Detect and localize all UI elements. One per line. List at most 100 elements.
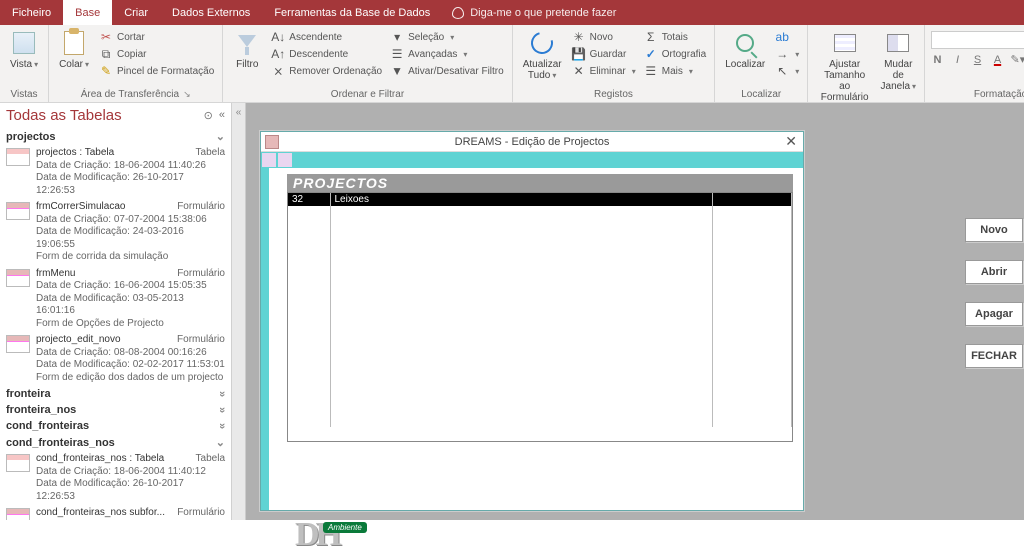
italic-button[interactable]: I: [951, 54, 965, 66]
group-label: Formatação de Texto: [974, 89, 1024, 100]
form-icon: [6, 202, 30, 220]
navitem-cfn-tabela[interactable]: cond_fronteiras_nos : TabelaTabela Data …: [0, 451, 231, 505]
form-section-header: PROJECTOS: [287, 174, 793, 192]
navitem-projecto-edit-novo[interactable]: projecto_edit_novoFormulário Data de Cri…: [0, 332, 231, 386]
new-record-icon: ✳: [572, 30, 586, 44]
abrir-button[interactable]: Abrir: [965, 260, 1023, 284]
fechar-button[interactable]: FECHAR: [965, 344, 1023, 368]
tell-me-search[interactable]: Diga-me o que pretende fazer: [442, 0, 626, 25]
tab-ficheiro[interactable]: Ficheiro: [0, 0, 63, 25]
navitem-frmmenu[interactable]: frmMenuFormulário Data de Criação: 16-06…: [0, 266, 231, 333]
group-clipboard: Colar▾ Cortar Copiar Pincel de Formataçã…: [49, 25, 223, 102]
save-icon: 💾: [572, 47, 586, 61]
switch-windows-icon: [887, 34, 909, 52]
sigma-icon: Σ: [644, 30, 658, 44]
form-icon: [265, 135, 279, 149]
navpane-title[interactable]: Todas as Tabelas: [6, 107, 122, 124]
tab-ferramentas[interactable]: Ferramentas da Base de Dados: [262, 0, 442, 25]
apagar-button[interactable]: Apagar: [965, 302, 1023, 326]
toggle-filtro-button[interactable]: ▼Ativar/Desativar Filtro: [388, 63, 506, 79]
avancadas-button[interactable]: ☰Avançadas▾: [388, 46, 506, 62]
tell-me-label: Diga-me o que pretende fazer: [470, 7, 616, 19]
descendente-button[interactable]: A↑Descendente: [269, 46, 384, 62]
group-registos: Atualizar Tudo▾ ✳Novo 💾Guardar ✕Eliminar…: [513, 25, 716, 102]
novo-button[interactable]: Novo: [965, 218, 1023, 242]
guardar-button[interactable]: 💾Guardar: [570, 46, 638, 62]
navitem-frmcorrersimulacao[interactable]: frmCorrerSimulacaoFormulário Data de Cri…: [0, 199, 231, 266]
cortar-button[interactable]: Cortar: [97, 29, 216, 45]
navgroup-fronteira-nos[interactable]: fronteira_nos: [0, 402, 231, 418]
form-icon: [6, 508, 30, 520]
sort-asc-icon: A↓: [271, 30, 285, 44]
cell-id: 32: [288, 193, 330, 206]
filtro-button[interactable]: Filtro: [229, 27, 265, 72]
remover-ordenacao-button[interactable]: ⨯Remover Ordenação: [269, 63, 384, 79]
tab-criar[interactable]: Criar: [112, 0, 160, 25]
select-button[interactable]: ↖▾: [773, 63, 801, 79]
workspace: Todas as Tabelas ⊙ « projectos projectos …: [0, 103, 1024, 520]
navgroup-cond-fronteiras-nos[interactable]: cond_fronteiras_nos: [0, 434, 231, 451]
selection-filter-icon: ▾: [390, 30, 404, 44]
navpane-collapse-icon[interactable]: «: [219, 109, 225, 122]
ajustar-tamanho-button[interactable]: Ajustar Tamanho ao Formulário: [814, 27, 875, 105]
navitem-cfn-subform[interactable]: cond_fronteiras_nos subfor...Formulário …: [0, 505, 231, 520]
app-tabs: Ficheiro Base Criar Dados Externos Ferra…: [0, 0, 1024, 25]
bold-button[interactable]: N: [931, 54, 945, 66]
magnifier-icon: [736, 34, 754, 52]
atualizar-tudo-button[interactable]: Atualizar Tudo▾: [519, 27, 566, 83]
clear-sort-icon: ⨯: [271, 64, 285, 78]
navitem-projectos-tabela[interactable]: projectos : TabelaTabela Data de Criação…: [0, 145, 231, 199]
tab-base[interactable]: Base: [63, 0, 112, 25]
projectos-listbox[interactable]: 32 Leixoes: [287, 192, 793, 442]
refresh-icon: [527, 28, 557, 58]
shutter-bar[interactable]: «: [232, 103, 246, 520]
group-label: Localizar: [721, 88, 801, 102]
clipboard-icon: [64, 31, 84, 55]
navgroup-cond-fronteiras[interactable]: cond_fronteiras: [0, 418, 231, 434]
novo-registo-button[interactable]: ✳Novo: [570, 29, 638, 45]
list-row-selected[interactable]: 32 Leixoes: [288, 193, 792, 206]
navgroup-projectos[interactable]: projectos: [0, 128, 231, 145]
goto-button[interactable]: →▾: [773, 46, 801, 62]
localizar-button[interactable]: Localizar: [721, 27, 769, 72]
tab-dados-externos[interactable]: Dados Externos: [160, 0, 262, 25]
cell-name: Leixoes: [330, 193, 712, 206]
font-color-button[interactable]: A: [991, 54, 1005, 66]
eliminar-button[interactable]: ✕Eliminar▾: [570, 63, 638, 79]
chevron-up-icon: [216, 436, 225, 449]
group-label: Vistas: [6, 88, 42, 102]
chevron-up-icon: [216, 130, 225, 143]
ascendente-button[interactable]: A↓Ascendente: [269, 29, 384, 45]
highlight-button[interactable]: ✎▾: [1011, 53, 1024, 66]
more-icon: ☰: [644, 64, 658, 78]
funnel-icon: [238, 35, 256, 51]
mais-button[interactable]: ☰Mais▾: [642, 63, 708, 79]
group-localizar: Localizar ab →▾ ↖▾ Localizar: [715, 25, 808, 102]
vista-button[interactable]: Vista▾: [6, 27, 42, 72]
copiar-button[interactable]: Copiar: [97, 46, 216, 62]
close-icon[interactable]: ✕: [785, 133, 797, 150]
pincel-button[interactable]: Pincel de Formatação: [97, 63, 216, 79]
navpane-menu-icon[interactable]: ⊙: [204, 109, 213, 122]
selecao-button[interactable]: ▾Seleção▾: [388, 29, 506, 45]
replace-button[interactable]: ab: [773, 29, 801, 45]
advanced-filter-icon: ☰: [390, 47, 404, 61]
chevron-down-icon: [219, 420, 225, 432]
font-family-select[interactable]: [931, 31, 1024, 49]
grid-icon: [13, 32, 35, 54]
table-icon: [6, 148, 30, 166]
totais-button[interactable]: ΣTotais: [642, 29, 708, 45]
mudar-janela-button[interactable]: Mudar de Janela▾: [879, 27, 918, 94]
navgroup-fronteira[interactable]: fronteira: [0, 386, 231, 402]
logo-tag: Ambiente: [323, 522, 367, 533]
cell-empty: [712, 193, 791, 206]
spellcheck-icon: ✓: [644, 47, 658, 61]
form-window-dreams: DREAMS - Edição de Projectos ✕ PROJECTOS…: [260, 131, 804, 511]
form-icon: [6, 335, 30, 353]
colar-button[interactable]: Colar▾: [55, 27, 93, 72]
table-icon: [6, 454, 30, 472]
underline-button[interactable]: S: [971, 54, 985, 66]
copy-icon: [99, 47, 113, 61]
dialog-launcher-icon[interactable]: ↘: [183, 89, 191, 100]
ortografia-button[interactable]: ✓Ortografia: [642, 46, 708, 62]
